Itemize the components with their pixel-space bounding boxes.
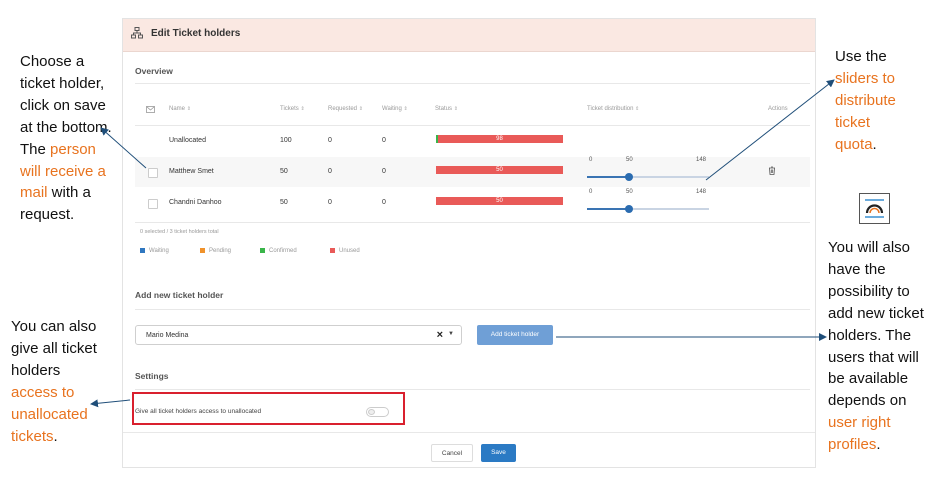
legend-swatch (200, 248, 205, 253)
column-header-requested[interactable]: Requested ⇕ (328, 106, 363, 112)
row-checkbox[interactable] (148, 168, 158, 178)
row-waiting: 0 (382, 168, 386, 175)
legend-swatch (330, 248, 335, 253)
slider-min: 0 (589, 189, 593, 195)
legend-swatch (260, 248, 265, 253)
slider-handle[interactable] (625, 205, 633, 213)
divider (123, 432, 815, 433)
rainbow-icon (859, 193, 890, 224)
selection-count: 0 selected / 3 ticket holders total (140, 229, 219, 235)
status-bar: 50 (436, 197, 563, 205)
modal-header: Edit Ticket holders (123, 19, 815, 52)
cancel-button[interactable]: Cancel (431, 444, 473, 462)
distribution-slider[interactable] (587, 173, 709, 181)
slider-value: 50 (626, 189, 633, 195)
row-tickets: 50 (280, 168, 288, 175)
annotation-access-unallocated: You can also give all ticket holders acc… (11, 318, 97, 445)
distribution-slider[interactable] (587, 205, 709, 213)
add-ticket-holder-button[interactable]: Add ticket holder (477, 325, 553, 345)
table-row[interactable]: Matthew Smet 50 0 0 50 0 50 148 (135, 157, 810, 187)
column-header-status[interactable]: Status ⇕ (435, 106, 458, 112)
annotation-choose-holder: Choose a ticket holder, click on save at… (20, 53, 112, 224)
column-header-distribution[interactable]: Ticket distribution ⇕ (587, 106, 639, 112)
settings-heading: Settings (135, 371, 169, 381)
column-header-tickets[interactable]: Tickets ⇕ (280, 106, 305, 112)
annotation-add-holders: You will also have the possibility to ad… (828, 239, 924, 454)
divider (135, 389, 810, 390)
modal-title: Edit Ticket holders (151, 28, 241, 39)
slider-value: 50 (626, 157, 633, 163)
holder-select[interactable]: Mario Medina × ▼ (135, 325, 462, 345)
chevron-down-icon[interactable]: ▼ (448, 331, 454, 337)
slider-handle[interactable] (625, 173, 633, 181)
column-header-name[interactable]: Name ⇕ (169, 106, 191, 112)
slider-min: 0 (589, 157, 593, 163)
legend-swatch (140, 248, 145, 253)
trash-icon[interactable] (768, 166, 776, 177)
highlight-box (132, 392, 405, 425)
holder-select-value: Mario Medina (146, 332, 189, 339)
legend-pending: Pending (200, 248, 231, 254)
row-name: Unallocated (169, 137, 206, 144)
row-waiting: 0 (382, 199, 386, 206)
slider-max: 148 (696, 189, 707, 195)
column-header-waiting[interactable]: Waiting ⇕ (382, 106, 408, 112)
row-waiting: 0 (382, 137, 386, 144)
annotation-sliders: Use the sliders to distribute ticket quo… (835, 48, 896, 153)
row-name: Chandni Danhoo (169, 199, 222, 206)
status-bar: 50 (436, 166, 563, 174)
legend-waiting: Waiting (140, 248, 169, 254)
add-holder-heading: Add new ticket holder (135, 290, 224, 300)
legend-unused: Unused (330, 248, 360, 254)
row-name: Matthew Smet (169, 168, 214, 175)
status-bar: 98 (436, 135, 563, 143)
clear-icon[interactable]: × (437, 329, 443, 341)
row-tickets: 50 (280, 199, 288, 206)
row-requested: 0 (328, 199, 332, 206)
divider (135, 222, 810, 223)
legend-confirmed: Confirmed (260, 248, 297, 254)
row-requested: 0 (328, 168, 332, 175)
org-chart-icon (131, 27, 143, 39)
slider-max: 148 (696, 157, 707, 163)
divider (135, 125, 810, 126)
row-tickets: 100 (280, 137, 292, 144)
divider (135, 83, 810, 84)
mail-icon[interactable] (146, 106, 155, 113)
row-requested: 0 (328, 137, 332, 144)
column-header-actions: Actions (768, 106, 788, 112)
save-button[interactable]: Save (481, 444, 516, 462)
divider (135, 309, 810, 310)
row-checkbox[interactable] (148, 199, 158, 209)
overview-heading: Overview (135, 66, 173, 76)
